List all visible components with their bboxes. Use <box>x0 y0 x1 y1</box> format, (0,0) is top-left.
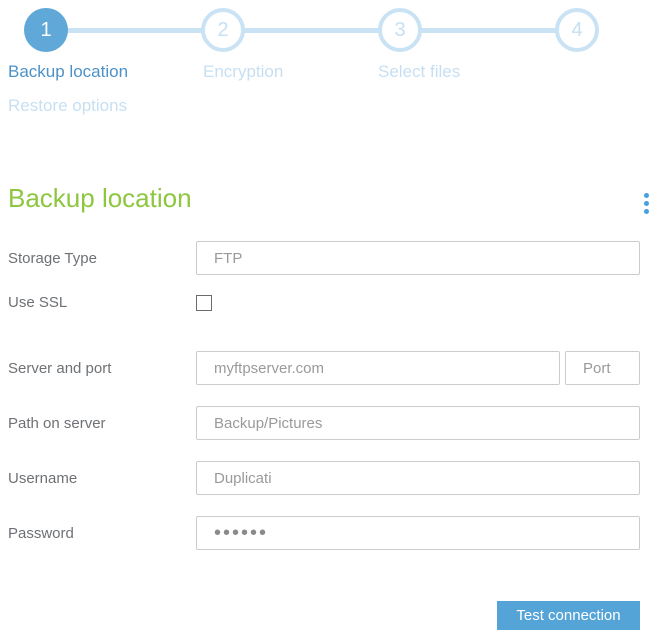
kebab-dot <box>644 193 649 198</box>
step-label-encryption: Encryption <box>203 62 284 81</box>
kebab-menu-icon[interactable] <box>644 193 654 217</box>
storage-type-input[interactable] <box>196 241 640 275</box>
step-label-backup-location: Backup location <box>8 62 129 81</box>
kebab-dot <box>644 201 649 206</box>
use-ssl-checkbox[interactable] <box>196 294 212 311</box>
password-row: Password <box>8 516 640 550</box>
username-row: Username <box>8 461 640 495</box>
kebab-dot <box>644 209 649 214</box>
storage-type-row: Storage Type <box>8 241 640 275</box>
username-input[interactable] <box>196 461 640 495</box>
page-title: Backup location <box>8 183 192 213</box>
server-port-label: Server and port <box>8 359 112 377</box>
wizard-step-indicator: 1 2 3 4 Backup location Encryption Selec… <box>0 0 657 130</box>
step-circle-4[interactable]: 4 <box>555 8 599 52</box>
step-label-select-files: Select files <box>378 62 461 81</box>
password-label: Password <box>8 524 74 542</box>
step-connector-line <box>46 28 577 33</box>
use-ssl-row: Use SSL <box>8 294 640 311</box>
step-circle-1[interactable]: 1 <box>24 8 68 52</box>
path-row: Path on server <box>8 406 640 440</box>
test-connection-button[interactable]: Test connection <box>497 601 640 630</box>
server-port-row: Server and port <box>8 351 640 385</box>
username-label: Username <box>8 469 78 487</box>
use-ssl-label: Use SSL <box>8 294 68 311</box>
step-circle-2[interactable]: 2 <box>201 8 245 52</box>
step-label-restore-options: Restore options <box>8 96 128 115</box>
port-input[interactable] <box>565 351 640 385</box>
server-input[interactable] <box>196 351 560 385</box>
path-input[interactable] <box>196 406 640 440</box>
password-input[interactable] <box>196 516 640 550</box>
step-circle-3[interactable]: 3 <box>378 8 422 52</box>
storage-type-label: Storage Type <box>8 249 97 267</box>
path-label: Path on server <box>8 414 106 432</box>
